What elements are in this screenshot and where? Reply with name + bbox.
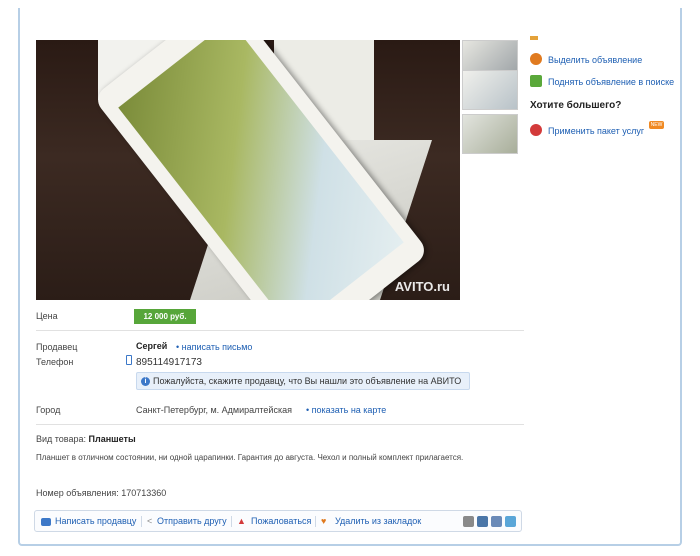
sidebar-item-package[interactable]: Применить пакет услуг NEW [530, 121, 665, 139]
separator [231, 516, 232, 527]
notice-text: Пожалуйста, скажите продавцу, что Вы наш… [153, 376, 462, 386]
heart-icon [530, 123, 542, 136]
remove-bookmark-button[interactable]: Удалить из закладок [335, 511, 421, 531]
info-icon: i [141, 377, 150, 386]
star-icon [530, 35, 538, 40]
social-icon-3[interactable] [491, 516, 502, 527]
arrow-up-icon [530, 74, 542, 87]
phone-number: 895114917173 [136, 357, 202, 368]
separator [315, 516, 316, 527]
description: Планшет в отличном состоянии, ни одной ц… [36, 453, 464, 462]
thumbnail-2[interactable] [462, 70, 518, 110]
price-badge: 12 000 руб. [134, 309, 196, 324]
price-label: Цена [36, 311, 58, 321]
city-label: Город [36, 405, 61, 415]
notice-box: i Пожалуйста, скажите продавцу, что Вы н… [136, 372, 470, 390]
goods-value: Планшеты [88, 434, 136, 444]
highlight-link[interactable]: Выделить объявление [548, 55, 642, 65]
raise-link[interactable]: Поднять объявление в поиске [548, 77, 674, 87]
phone-label: Телефон [36, 357, 74, 367]
social-icon-4[interactable] [505, 516, 516, 527]
heart-icon: ♥ [321, 516, 327, 526]
phone-icon [126, 355, 132, 365]
share-icon: < [147, 516, 153, 526]
goods-label: Вид товара: [36, 434, 87, 444]
new-badge: NEW [648, 121, 665, 129]
package-link[interactable]: Применить пакет услуг [548, 126, 644, 136]
main-photo[interactable]: AVITO.ru [36, 40, 460, 300]
warning-icon: ▲ [237, 516, 246, 526]
more-title: Хотите большего? [530, 100, 622, 111]
action-bar: Написать продавцу < Отправить другу ▲ По… [34, 510, 522, 532]
show-map-link[interactable]: • показать на карте [306, 405, 386, 415]
write-seller-button[interactable]: Написать продавцу [55, 511, 136, 531]
sidebar-top-icon-row [530, 29, 544, 47]
write-letter-link[interactable]: • написать письмо [176, 342, 252, 352]
send-friend-button[interactable]: Отправить другу [157, 511, 227, 531]
city-value: Санкт-Петербург, м. Адмиралтейская [136, 405, 292, 415]
complain-button[interactable]: Пожаловаться [251, 511, 311, 531]
seller-label: Продавец [36, 342, 78, 352]
envelope-icon [41, 518, 51, 526]
sidebar-item-raise[interactable]: Поднять объявление в поиске [530, 72, 674, 90]
sidebar-item-highlight[interactable]: Выделить объявление [530, 50, 642, 68]
avito-watermark: AVITO.ru [394, 279, 450, 294]
separator [141, 516, 142, 527]
seller-name: Сергей [136, 341, 168, 351]
goods-type: Вид товара: Планшеты [36, 434, 136, 444]
exclamation-icon [530, 52, 542, 65]
divider [36, 330, 524, 331]
thumbnail-3[interactable] [462, 114, 518, 154]
ad-number: Номер объявления: 170713360 [36, 488, 167, 498]
social-icon-2[interactable] [477, 516, 488, 527]
social-icon-1[interactable] [463, 516, 474, 527]
divider [36, 424, 524, 425]
